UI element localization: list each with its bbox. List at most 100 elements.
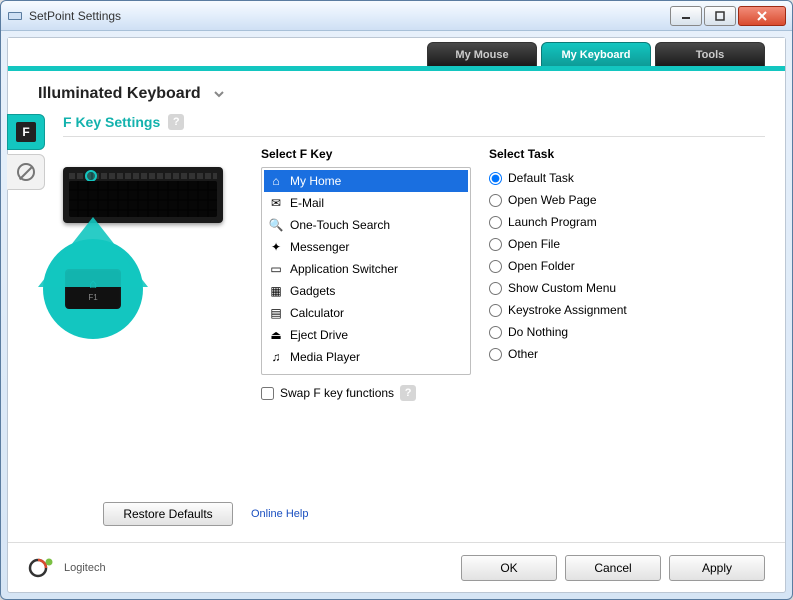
task-item-label: Open File (508, 237, 560, 251)
fkey-item-label: Eject Drive (290, 328, 348, 342)
fkey-item-label: Calculator (290, 306, 344, 320)
divider (63, 136, 765, 137)
messenger-icon: ✦ (268, 239, 284, 255)
fkey-item[interactable]: ▤Calculator (264, 302, 468, 324)
task-item[interactable]: Show Custom Menu (489, 277, 765, 299)
task-radio[interactable] (489, 260, 502, 273)
fkey-item-label: My Home (290, 174, 341, 188)
task-column: Select Task Default Task Open Web Page Lau… (489, 147, 765, 497)
f-badge-icon: F (16, 122, 36, 142)
task-item-label: Open Web Page (508, 193, 597, 207)
task-radio[interactable] (489, 304, 502, 317)
fkey-item[interactable]: ♫ Media Player (264, 346, 468, 368)
app-icon (7, 8, 23, 24)
fkey-item-label: Application Switcher (290, 262, 398, 276)
task-radio[interactable] (489, 282, 502, 295)
main-tabs: My Mouse My Keyboard Tools (8, 38, 785, 66)
tab-tools[interactable]: Tools (655, 42, 765, 66)
task-radio[interactable] (489, 238, 502, 251)
media-icon: ♫ (268, 349, 284, 365)
swap-row: Swap F key functions ? (261, 385, 471, 401)
keyboard-image (63, 167, 223, 223)
task-item-label: Open Folder (508, 259, 575, 273)
eject-icon: ⏏ (268, 327, 284, 343)
app-window: SetPoint Settings My Mouse My Keyboard T… (0, 0, 793, 600)
maximize-button[interactable] (704, 6, 736, 26)
fkey-item[interactable]: ▭ Application Switcher (264, 258, 468, 280)
task-item[interactable]: Default Task (489, 167, 765, 189)
fkey-column: Select F Key ⌂ My Home ✉ E-Mail 🔍One-Touch S… (261, 147, 471, 497)
brand-name: Logitech (64, 562, 106, 574)
side-tab-disabled[interactable] (7, 154, 45, 190)
task-radio[interactable] (489, 194, 502, 207)
logitech-logo-icon (28, 554, 56, 582)
gadgets-icon: ▦ (268, 283, 284, 299)
task-item[interactable]: Do Nothing (489, 321, 765, 343)
fkey-item[interactable]: ⌂ My Home (264, 170, 468, 192)
online-help-link[interactable]: Online Help (251, 508, 308, 520)
fkey-item[interactable]: ⏏ Eject Drive (264, 324, 468, 346)
fkey-list[interactable]: ⌂ My Home ✉ E-Mail 🔍One-Touch Search ✦ Messeng… (261, 167, 471, 375)
content-area: My Mouse My Keyboard Tools Illuminated K… (7, 37, 786, 593)
task-item-label: Keystroke Assignment (508, 303, 627, 317)
device-name: Illuminated Keyboard (38, 85, 201, 103)
restore-defaults-button[interactable]: Restore Defaults (103, 502, 233, 526)
fkey-item[interactable]: ✉ E-Mail (264, 192, 468, 214)
swap-checkbox[interactable] (261, 387, 274, 400)
task-heading: Select Task (489, 147, 765, 161)
fkey-item-label: Gadgets (290, 284, 335, 298)
bottom-row: Restore Defaults Online Help (63, 497, 765, 532)
section-title-row: F Key Settings ? (63, 114, 765, 130)
key-highlight (85, 170, 97, 182)
task-radio[interactable] (489, 326, 502, 339)
task-list: Default Task Open Web Page Launch Program O… (489, 167, 765, 365)
task-item[interactable]: Launch Program (489, 211, 765, 233)
close-button[interactable] (738, 6, 786, 26)
keyboard-preview: ⌂ F1 (63, 147, 243, 497)
titlebar[interactable]: SetPoint Settings (1, 1, 792, 31)
tab-my-mouse[interactable]: My Mouse (427, 42, 537, 66)
fkey-item-label: Media Player (290, 350, 360, 364)
footer: Logitech OK Cancel Apply (8, 542, 785, 592)
zoom-key-label: F1 (88, 293, 97, 302)
ok-button[interactable]: OK (461, 555, 557, 581)
columns: ⌂ F1 Select F Key ⌂ My Home ✉ E-Mail 🔍One-To… (63, 147, 765, 497)
task-item-label: Do Nothing (508, 325, 568, 339)
task-item[interactable]: Open File (489, 233, 765, 255)
side-tab-fkeys[interactable]: F (7, 114, 45, 150)
body-row: F F Key Settings ? (8, 109, 785, 542)
fkey-heading: Select F Key (261, 147, 471, 161)
task-item-label: Show Custom Menu (508, 281, 616, 295)
tab-my-keyboard[interactable]: My Keyboard (541, 42, 651, 66)
help-icon[interactable]: ? (168, 114, 184, 130)
home-icon: ⌂ (268, 173, 284, 189)
mail-icon: ✉ (268, 195, 284, 211)
fkey-item-label: Messenger (290, 240, 349, 254)
task-radio[interactable] (489, 348, 502, 361)
chevron-down-icon[interactable] (211, 86, 227, 102)
side-tabs: F (7, 109, 45, 542)
cancel-button[interactable]: Cancel (565, 555, 661, 581)
appswitch-icon: ▭ (268, 261, 284, 277)
search-icon: 🔍 (268, 217, 284, 233)
task-item-label: Default Task (508, 171, 574, 185)
zoom-cone (38, 217, 148, 287)
task-item-label: Launch Program (508, 215, 597, 229)
fkey-item[interactable]: ▦ Gadgets (264, 280, 468, 302)
fkey-item-label: E-Mail (290, 196, 324, 210)
fkey-item[interactable]: ✦ Messenger (264, 236, 468, 258)
window-buttons (668, 6, 786, 26)
task-item[interactable]: Open Folder (489, 255, 765, 277)
window-title: SetPoint Settings (29, 9, 668, 23)
task-item-label: Other (508, 347, 538, 361)
apply-button[interactable]: Apply (669, 555, 765, 581)
fkey-item[interactable]: 🔍One-Touch Search (264, 214, 468, 236)
ban-icon (17, 163, 35, 181)
task-item[interactable]: Open Web Page (489, 189, 765, 211)
task-radio[interactable] (489, 172, 502, 185)
minimize-button[interactable] (670, 6, 702, 26)
task-item[interactable]: Other (489, 343, 765, 365)
task-item[interactable]: Keystroke Assignment (489, 299, 765, 321)
help-icon[interactable]: ? (400, 385, 416, 401)
task-radio[interactable] (489, 216, 502, 229)
